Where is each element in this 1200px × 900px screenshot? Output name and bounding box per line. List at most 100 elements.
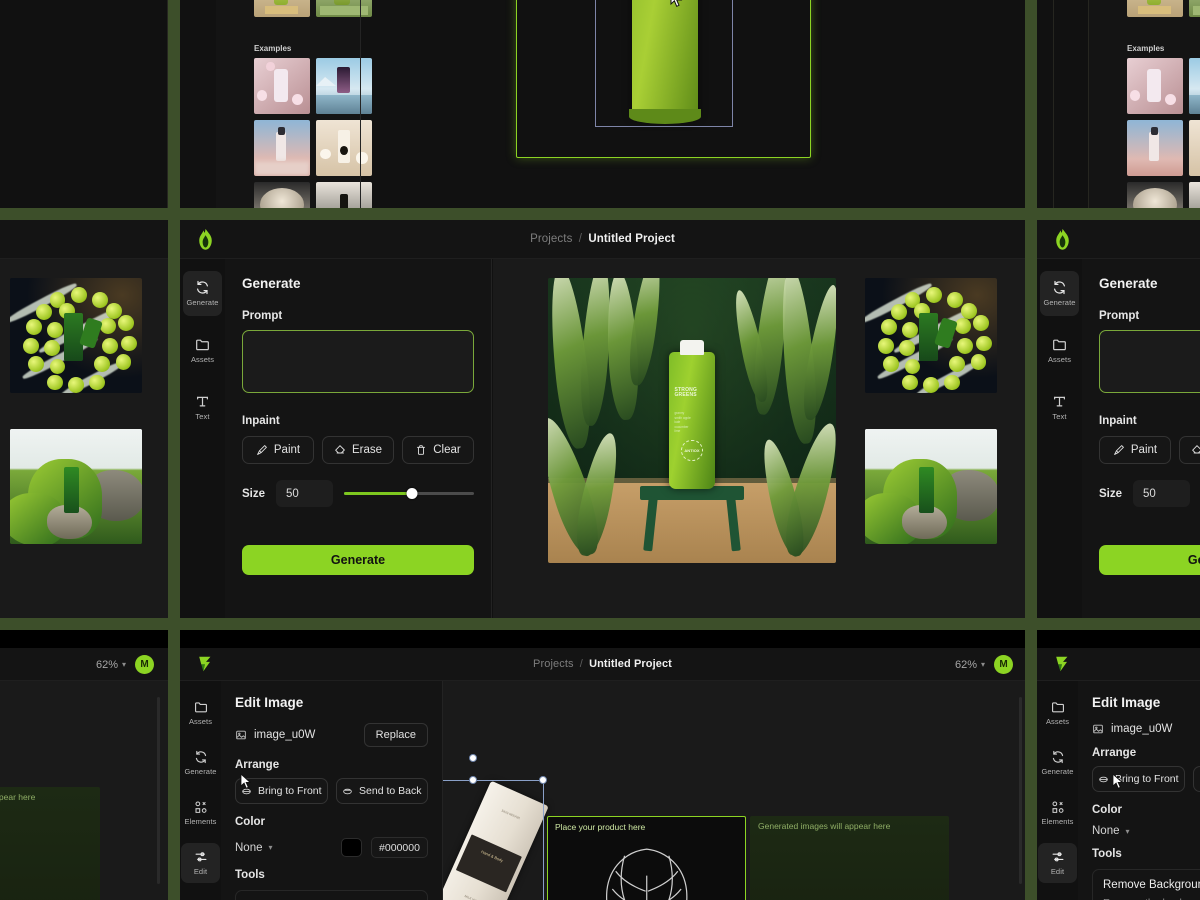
sidebar-item-label: Elements: [1041, 817, 1074, 826]
sidebar-item-label: Generate: [1043, 298, 1076, 307]
sidebar-item-edit[interactable]: Edit: [1038, 843, 1077, 883]
grid-gutter-v: [1025, 220, 1037, 618]
color-hex-input[interactable]: #000000: [371, 837, 428, 858]
example-thumbnail[interactable]: [1189, 120, 1200, 176]
example-thumbnail[interactable]: [1189, 182, 1200, 208]
zoom-control[interactable]: 62% ▾: [955, 659, 985, 671]
slider-knob[interactable]: [406, 488, 418, 499]
sidebar-item-assets[interactable]: Assets: [181, 693, 220, 733]
sidebar-item-assets[interactable]: Assets: [1040, 328, 1079, 373]
zoom-control[interactable]: 62% ▾: [96, 659, 126, 671]
selection-handle[interactable]: [539, 776, 547, 784]
example-thumbnail[interactable]: [316, 120, 372, 176]
tile-bottom-right: Assets Generate Elements Edit Edit Image…: [1037, 630, 1200, 900]
sidebar-item-elements[interactable]: Elements: [181, 793, 220, 833]
app-window-generate: Projects / Untitled Project Generate Ass…: [180, 220, 1025, 618]
canvas-scrollbar[interactable]: [1019, 697, 1022, 884]
sidebar-item-assets[interactable]: Assets: [1038, 693, 1077, 733]
sidebar-item-generate[interactable]: Generate: [1038, 743, 1077, 783]
avatar[interactable]: M: [135, 655, 154, 674]
prompt-input[interactable]: [242, 330, 474, 393]
top-bar-right: 62% ▾ M: [955, 648, 1013, 681]
send-to-back-button[interactable]: [1192, 766, 1200, 792]
sidebar-item-label: Assets: [1047, 355, 1072, 364]
assets-examples-column: Examples: [1089, 0, 1200, 208]
generate-button[interactable]: Generate: [1099, 545, 1200, 575]
tile-mid-center: Projects / Untitled Project Generate Ass…: [180, 220, 1025, 618]
generated-thumbnail-lime-splash[interactable]: [865, 278, 997, 393]
erase-button[interactable]: Erase: [322, 436, 394, 464]
inpaint-tool-buttons: Paint Erase Clear: [242, 436, 474, 464]
color-type-select[interactable]: None ▾: [235, 842, 273, 854]
prompt-input[interactable]: [1099, 330, 1200, 393]
app-window-edit: Projects / Untitled Project 62% ▾ M Asse…: [180, 630, 1025, 900]
erase-button-label: Erase: [351, 444, 383, 456]
breadcrumb-root[interactable]: Projects: [530, 233, 572, 245]
image-file-icon: [236, 730, 246, 740]
canvas-scrollbar[interactable]: [157, 697, 160, 884]
panel-title: Edit Image: [1092, 695, 1161, 710]
size-input[interactable]: 50: [276, 480, 334, 507]
refresh-generate-icon: [1054, 280, 1065, 295]
asset-thumbnail[interactable]: [316, 0, 372, 17]
remove-background-tool[interactable]: Remove Background Remove the background …: [235, 890, 428, 900]
sidebar-item-generate[interactable]: Generate: [181, 743, 220, 783]
example-thumbnail[interactable]: [1127, 182, 1183, 208]
sidebar-item-generate[interactable]: Generate: [183, 271, 222, 316]
example-thumbnail[interactable]: [254, 58, 310, 114]
sidebar-item-assets[interactable]: Assets: [183, 328, 222, 373]
sidebar-item-text[interactable]: Text: [1040, 385, 1079, 430]
generated-images-placeholder[interactable]: Generated images will appear here: [0, 787, 100, 900]
sidebar-item-elements[interactable]: Elements: [1038, 793, 1077, 833]
tool-title: Remove Background: [1103, 879, 1200, 891]
selection-handle[interactable]: [469, 776, 477, 784]
selected-product-image[interactable]: SKIN REPAIR Hand & Body MILK WASH: [443, 780, 549, 900]
hero-bottle: STRONG GREENS granny smith apple kale cucum…: [668, 339, 716, 489]
replace-button[interactable]: Replace: [363, 723, 428, 747]
asset-thumbnail[interactable]: [1189, 0, 1200, 17]
size-input[interactable]: 50: [1133, 480, 1191, 507]
send-to-back-button[interactable]: Send to Back: [335, 778, 428, 804]
example-thumbnail[interactable]: [316, 182, 372, 208]
clear-button[interactable]: Clear: [402, 436, 474, 464]
sidebar-item-edit[interactable]: Edit: [181, 843, 220, 883]
selection-handle[interactable]: [469, 754, 477, 762]
color-type-select[interactable]: None ▾: [1092, 825, 1130, 837]
generated-thumbnail-lime-splash[interactable]: [10, 278, 142, 393]
example-thumbnail[interactable]: [254, 182, 310, 208]
product-bottle[interactable]: Hydrating FacialEssence hydrating textur…: [629, 0, 701, 125]
hero-scene-image[interactable]: STRONG GREENS granny smith apple kale cucum…: [548, 278, 836, 563]
example-thumbnail[interactable]: [1189, 58, 1200, 114]
size-slider[interactable]: [344, 487, 474, 501]
sidebar-item-text[interactable]: Text: [183, 385, 222, 430]
example-thumbnail[interactable]: [254, 120, 310, 176]
breadcrumb-root[interactable]: Projects: [533, 658, 574, 670]
app-logo[interactable]: [1037, 228, 1087, 251]
color-swatch[interactable]: [341, 838, 362, 857]
avatar[interactable]: M: [994, 655, 1013, 674]
paint-button[interactable]: Paint: [1099, 436, 1171, 464]
tools-label: Tools: [235, 869, 265, 881]
sidebar-item-generate[interactable]: Generate: [1040, 271, 1079, 316]
file-row: image_u0W Replace: [235, 723, 428, 747]
grid-gutter-h: [1037, 208, 1200, 220]
generate-button[interactable]: Generate: [242, 545, 474, 575]
generated-thumbnail-moss-rock[interactable]: [10, 429, 142, 544]
prompt-textarea[interactable]: [243, 331, 473, 392]
remove-background-tool[interactable]: Remove Background Remove the background …: [1092, 869, 1200, 900]
edit-image-panel: Edit Image image_u0W Arrange Bring to Fr…: [1078, 681, 1200, 900]
top-bar-right: 62% ▾ M: [96, 648, 154, 681]
app-logo[interactable]: [1037, 655, 1087, 673]
asset-thumbnail[interactable]: [1127, 0, 1183, 17]
generated-images-placeholder[interactable]: Generated images will appear here: [750, 816, 949, 900]
left-icon-rail: Generate Assets Text: [180, 259, 225, 618]
asset-thumbnail[interactable]: [254, 0, 310, 17]
example-thumbnail[interactable]: [1127, 58, 1183, 114]
bring-to-front-button[interactable]: Bring to Front: [1092, 766, 1185, 792]
example-thumbnail[interactable]: [1127, 120, 1183, 176]
paint-button[interactable]: Paint: [242, 436, 314, 464]
generated-thumbnail-moss-rock[interactable]: [865, 429, 997, 544]
example-thumbnail[interactable]: [316, 58, 372, 114]
erase-button[interactable]: Erase: [1179, 436, 1200, 464]
product-placeholder[interactable]: Place your product here: [547, 816, 746, 900]
